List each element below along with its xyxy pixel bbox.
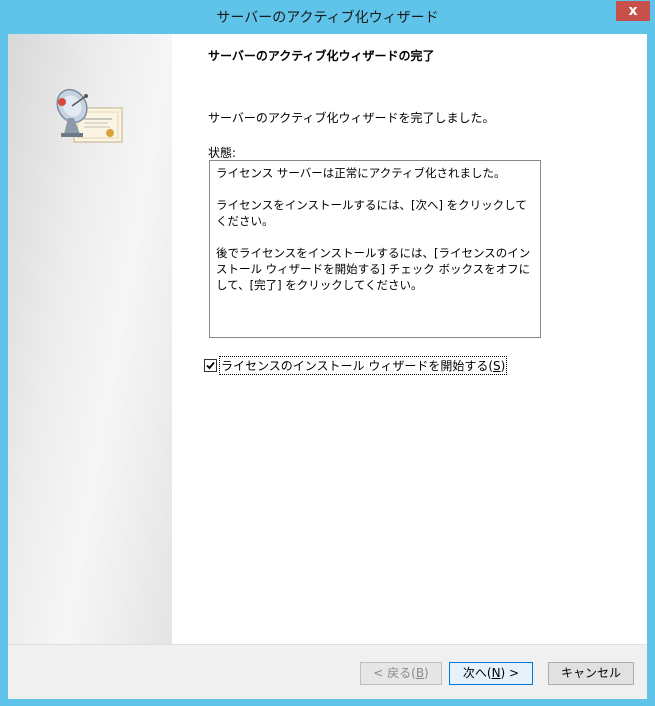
server-certificate-icon — [56, 88, 123, 143]
status-line: 後でライセンスをインストールするには、[ライセンスのインストール ウィザードを開… — [216, 246, 531, 292]
page-title: サーバーのアクティブ化ウィザードの完了 — [208, 49, 435, 63]
wizard-window: サーバーのアクティブ化ウィザード x サーバーのアクティブ化ウィザードの完了 サ… — [0, 0, 655, 706]
wizard-sidebar — [8, 34, 172, 644]
start-license-wizard-checkbox[interactable] — [204, 359, 217, 372]
status-line: ライセンス サーバーは正常にアクティブ化されました。 — [216, 166, 506, 180]
wizard-content: サーバーのアクティブ化ウィザードの完了 サーバーのアクティブ化ウィザードを完了し… — [172, 34, 647, 644]
close-icon: x — [628, 3, 638, 19]
start-license-wizard-label[interactable]: ライセンスのインストール ウィザードを開始する(S) — [219, 356, 508, 375]
close-button[interactable]: x — [616, 1, 650, 21]
start-license-wizard-option[interactable]: ライセンスのインストール ウィザードを開始する(S) — [204, 356, 508, 375]
next-button[interactable]: 次へ(N) > — [449, 662, 533, 685]
status-line: ライセンスをインストールするには、[次へ] をクリックしてください。 — [216, 198, 527, 228]
button-bar: < 戻る(B) 次へ(N) > キャンセル — [8, 644, 647, 699]
status-textbox[interactable]: ライセンス サーバーは正常にアクティブ化されました。 ライセンスをインストールす… — [209, 160, 541, 338]
client-area: サーバーのアクティブ化ウィザードの完了 サーバーのアクティブ化ウィザードを完了し… — [8, 34, 647, 699]
window-title: サーバーのアクティブ化ウィザード — [216, 10, 439, 26]
back-button[interactable]: < 戻る(B) — [360, 662, 442, 685]
cancel-button[interactable]: キャンセル — [548, 662, 634, 685]
checkmark-icon — [206, 361, 215, 370]
title-bar[interactable]: サーバーのアクティブ化ウィザード x — [0, 0, 655, 34]
status-label: 状態: — [208, 146, 237, 160]
completion-message: サーバーのアクティブ化ウィザードを完了しました。 — [208, 111, 495, 125]
